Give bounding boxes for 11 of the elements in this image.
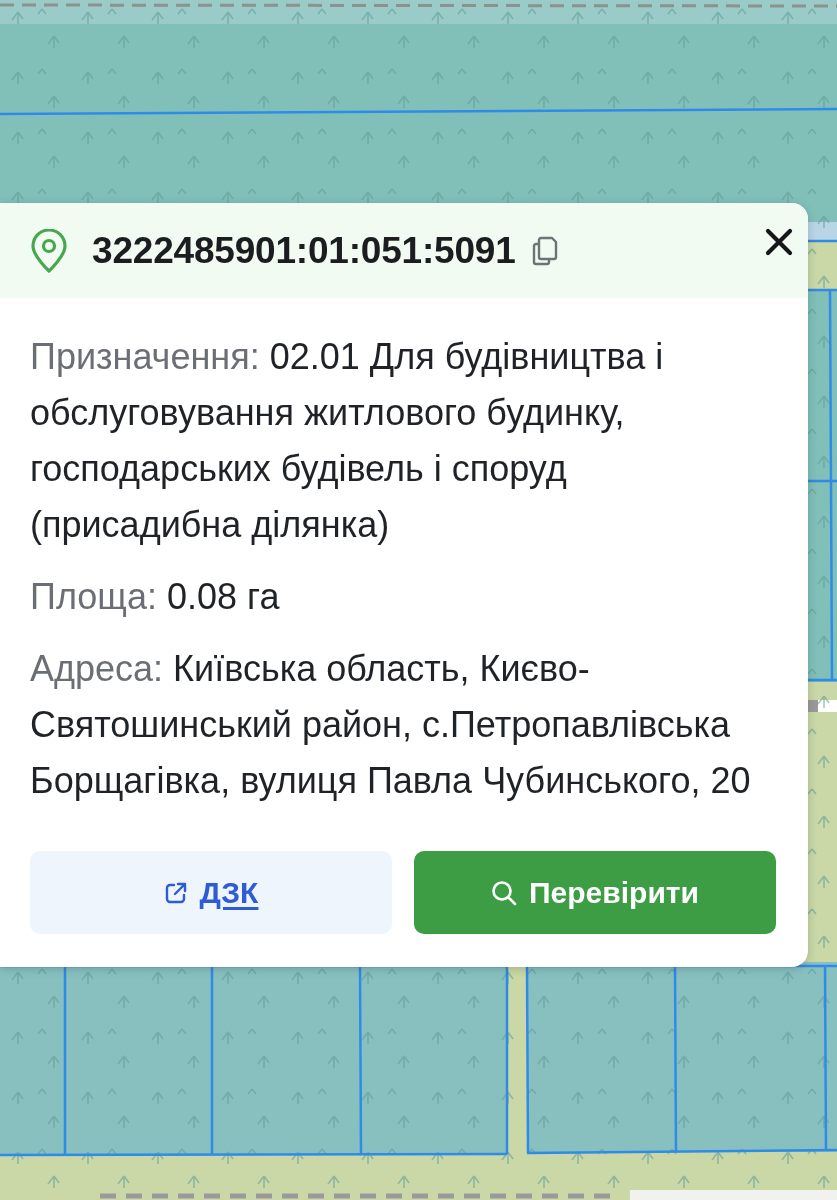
copy-icon[interactable] [531,235,558,266]
close-icon [765,227,793,256]
check-button[interactable]: Перевірити [414,851,776,934]
cadastral-number: 3222485901:01:051:5091 [92,229,516,272]
field-text: Адреса: Київська область, Києво-Святошинський район, с.Петропавлівська Борщагівка, вулиця Павла Чубинського, 20 [30,647,752,803]
registry-link-button[interactable]: ДЗК [30,851,392,934]
location-pin-icon [30,228,68,273]
external-link-icon [163,880,188,905]
field-text: Призначення: 02.01 Для будівництва і обслуговування житлового будинку, господарських будівель і споруд (присадибна ділянка) [30,335,665,547]
field-text: Площа: 0.08 га [30,575,281,619]
search-icon [491,879,518,906]
